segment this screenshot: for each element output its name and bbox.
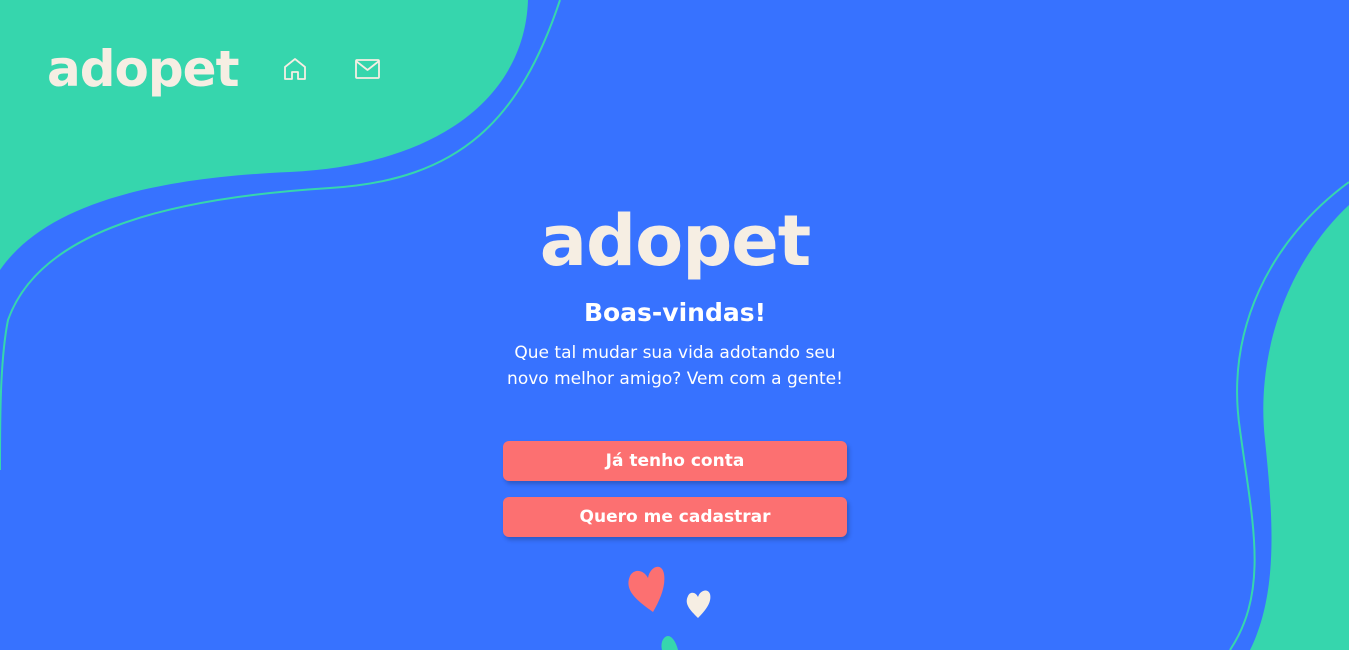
welcome-title: Boas-vindas! xyxy=(583,298,767,327)
cream-heart-icon xyxy=(686,590,711,618)
hero-logo: adopet xyxy=(540,206,811,276)
green-heart-icon xyxy=(661,636,678,650)
hero-logo-text: adopet xyxy=(539,200,811,282)
login-button[interactable]: Já tenho conta xyxy=(503,441,847,481)
welcome-subtitle: Que tal mudar sua vida adotando seu novo… xyxy=(507,343,843,389)
header-logo[interactable]: adopet xyxy=(47,44,239,94)
right-wave xyxy=(1250,205,1349,650)
home-icon[interactable] xyxy=(282,56,308,82)
signup-button[interactable]: Quero me cadastrar xyxy=(503,497,847,537)
mail-icon[interactable] xyxy=(354,58,381,80)
hearts-decoration xyxy=(628,566,711,650)
header-logo-text: adopet xyxy=(47,40,239,98)
red-heart-icon xyxy=(628,566,665,612)
